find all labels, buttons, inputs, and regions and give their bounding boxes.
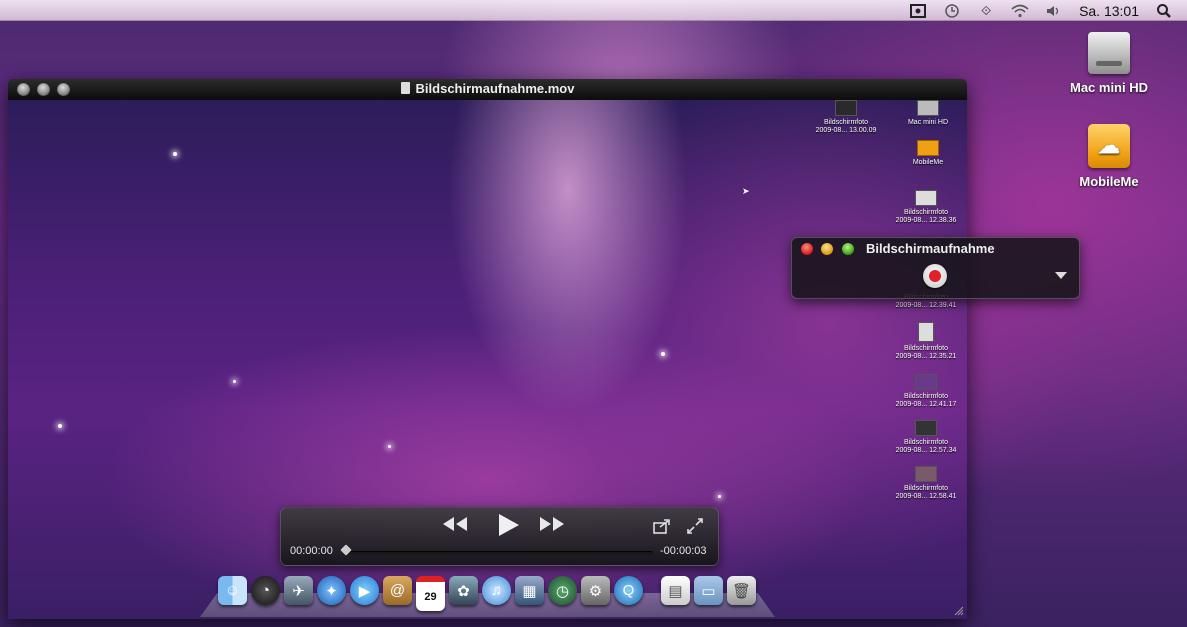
fast-forward-icon [540, 517, 564, 531]
record-button[interactable] [923, 264, 947, 288]
screen-recording-panel: Bildschirmaufnahme [791, 237, 1080, 299]
fast-forward-button[interactable] [538, 515, 566, 538]
spotlight-icon[interactable] [1155, 3, 1173, 19]
star-decoration [58, 424, 62, 428]
fullscreen-icon [687, 518, 703, 534]
rewind-button[interactable] [441, 515, 469, 538]
screenshot-thumb-icon [918, 322, 934, 342]
window-title: Bildschirmaufnahme.mov [8, 81, 967, 96]
screenshot-thumb-icon [915, 420, 937, 436]
recorded-desktop-item: Mac mini HD [888, 100, 967, 127]
desktop-icon-mobileme[interactable]: ☁ MobileMe [1062, 124, 1156, 189]
remaining-time: -00:00:03 [660, 545, 707, 557]
recording-panel-title: Bildschirmaufnahme [866, 241, 995, 256]
recorded-desktop-item: Bildschirmfoto 2009-08... 12.57.34 [886, 420, 966, 455]
window-titlebar[interactable]: Bildschirmaufnahme.mov [8, 79, 967, 101]
share-icon [653, 519, 670, 534]
recorded-desktop-item: MobileMe [888, 140, 967, 167]
screen-recording-icon[interactable] [909, 3, 927, 19]
dashboard-icon[interactable]: ◔ [251, 576, 280, 605]
close-button[interactable] [801, 243, 813, 255]
play-button[interactable] [496, 513, 520, 542]
star-decoration [173, 152, 177, 156]
playback-controller: 00:00:00 -00:00:03 [280, 507, 719, 566]
mail-icon[interactable]: ✈ [284, 576, 313, 605]
recorded-desktop-item: Bildschirmfoto 2009-08... 12.35.21 [886, 322, 966, 361]
safari-icon[interactable]: ✦ [317, 576, 346, 605]
finder-icon[interactable]: ☺ [218, 576, 247, 605]
time-machine-icon[interactable] [943, 3, 961, 19]
hard-drive-icon [917, 100, 939, 116]
desktop-icon-mac-mini-hd[interactable]: Mac mini HD [1062, 32, 1156, 95]
quicktime-icon[interactable]: Q [614, 576, 643, 605]
volume-icon[interactable] [1045, 3, 1063, 19]
bluetooth-icon[interactable]: ⟐ [977, 3, 995, 19]
trash-icon[interactable]: 🗑 [727, 576, 756, 605]
screenshot-thumb-icon [915, 190, 937, 206]
system-preferences-icon[interactable]: ⚙ [581, 576, 610, 605]
resize-grip-icon[interactable] [954, 606, 964, 616]
screenshot-thumb-icon [915, 374, 937, 390]
folder-icon[interactable]: ▭ [694, 576, 723, 605]
star-decoration [661, 352, 665, 356]
menu-bar: ⟐ Sa. 13:01 [0, 0, 1187, 21]
chevron-down-icon[interactable] [1055, 272, 1067, 279]
time-machine-icon[interactable]: ◷ [548, 576, 577, 605]
star-decoration [718, 495, 721, 498]
star-decoration [233, 380, 236, 383]
ical-icon[interactable]: 29 [416, 576, 445, 611]
wifi-icon[interactable] [1011, 3, 1029, 19]
iphoto-icon[interactable]: ✿ [449, 576, 478, 605]
menu-bar-extras: ⟐ Sa. 13:01 [909, 0, 1173, 21]
desktop-icon-label: Mac mini HD [1069, 80, 1148, 95]
recorded-desktop-item: Bildschirmfoto 2009-08... 12.41.17 [886, 374, 966, 409]
recorded-desktop-item: Bildschirmfoto 2009-08... 12.38.36 [886, 190, 966, 225]
screenshot-thumb-icon [915, 466, 937, 482]
play-icon [499, 514, 519, 536]
mobileme-icon: ☁ [1088, 124, 1130, 168]
address-book-icon[interactable]: @ [383, 576, 412, 605]
share-button[interactable] [653, 518, 671, 539]
elapsed-time: 00:00:00 [290, 545, 333, 557]
screenshot-thumb-icon [835, 100, 857, 116]
ichat-icon[interactable]: ▶ [350, 576, 379, 605]
minimize-button[interactable] [821, 243, 833, 255]
hard-drive-icon [1088, 32, 1130, 74]
itunes-icon[interactable]: ♫ [482, 576, 511, 605]
mobileme-icon [917, 140, 939, 156]
documents-stack-icon[interactable]: ▤ [661, 576, 690, 605]
zoom-button[interactable] [842, 243, 854, 255]
fullscreen-button[interactable] [687, 518, 703, 539]
recorded-desktop-item: Bildschirmfoto 2009-08... 13.00.09 [806, 100, 886, 135]
desktop-icon-label: MobileMe [1079, 174, 1139, 189]
cursor-icon: ➤ [742, 186, 750, 196]
dock: ☺ ◔ ✈ ✦ ▶ @ 29 ✿ ♫ ▦ ◷ ⚙ Q ▤ ▭ 🗑 [218, 576, 756, 611]
spaces-icon[interactable]: ▦ [515, 576, 544, 605]
movie-document-icon [400, 82, 410, 94]
star-decoration [388, 445, 391, 448]
rewind-icon [443, 517, 467, 531]
timeline-track[interactable] [343, 551, 653, 555]
menu-bar-clock[interactable]: Sa. 13:01 [1079, 3, 1139, 19]
recorded-desktop-item: Bildschirmfoto 2009-08... 12.58.41 [886, 466, 966, 501]
